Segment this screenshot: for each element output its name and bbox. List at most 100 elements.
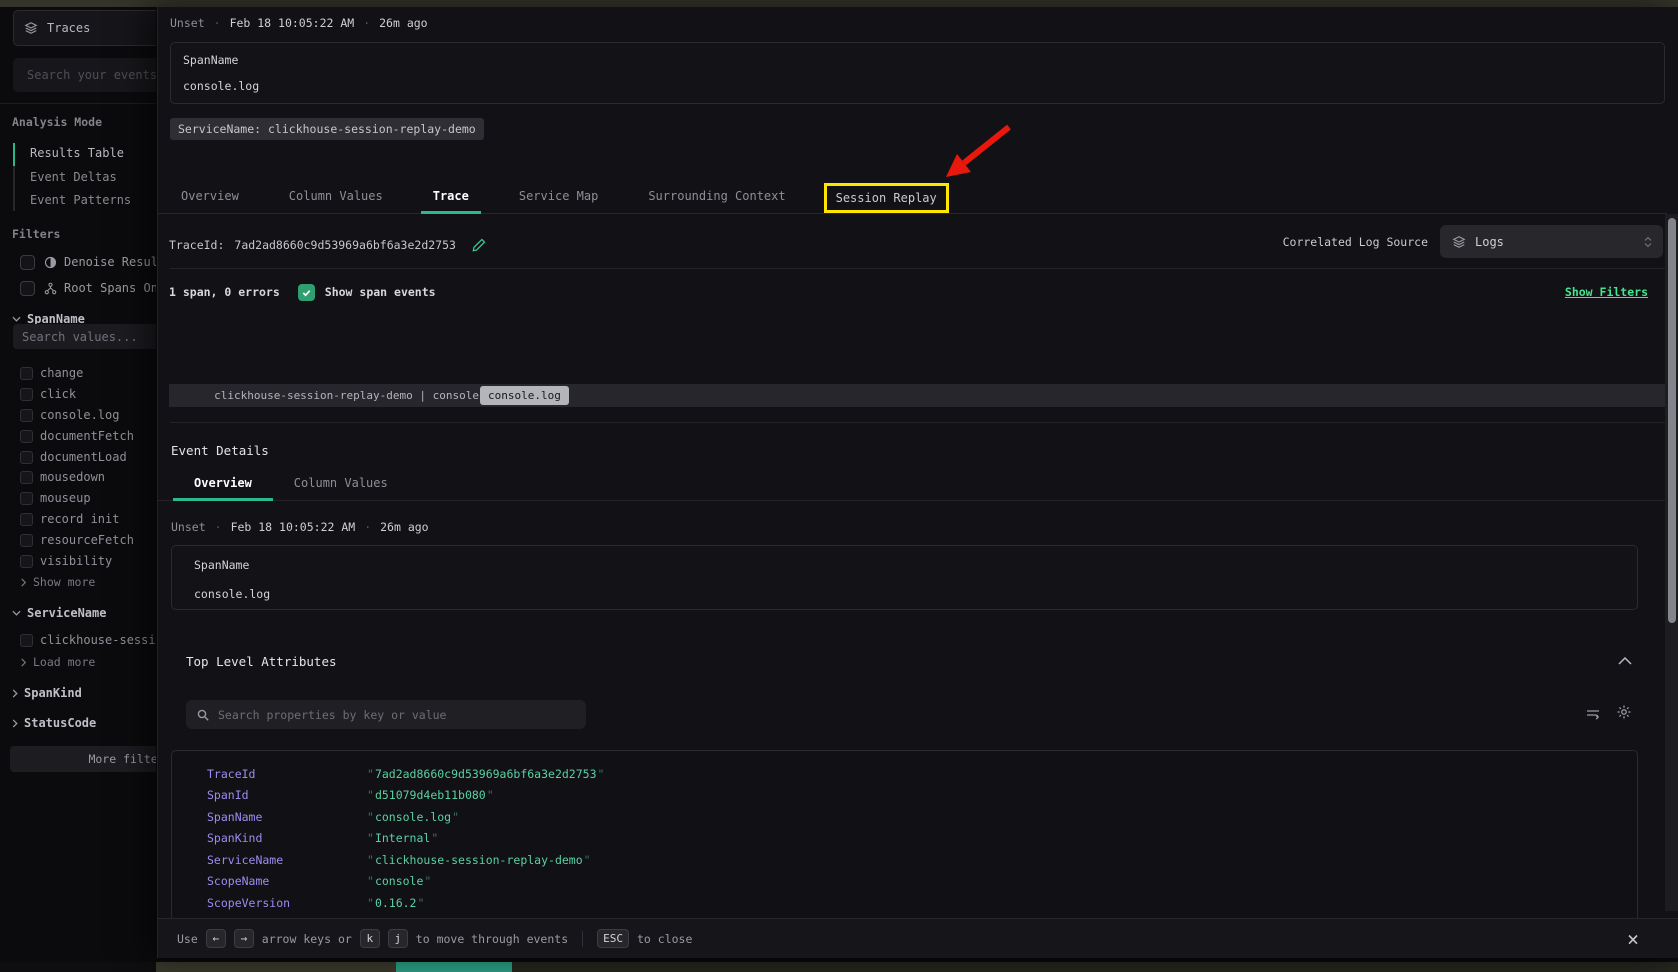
event-timestamp: Feb 18 10:05:22 AM [231,520,356,534]
properties-search-input[interactable] [186,700,586,729]
service-filter-chip[interactable]: ServiceName: clickhouse-session-replay-d… [170,118,484,140]
event-details-header: Unset · Feb 18 10:05:22 AM · 26m ago [171,519,429,535]
wrap-lines-icon[interactable] [1585,706,1601,722]
mode-event-patterns[interactable]: Event Patterns [30,193,131,207]
edit-pencil-icon[interactable] [472,238,486,252]
log-source-select[interactable]: Logs [1440,225,1663,258]
load-more-link[interactable]: Load more [20,655,95,669]
mode-results-table[interactable]: Results Table [30,146,124,160]
scrollbar-thumb[interactable] [1668,218,1676,623]
trace-id-label: TraceId: [169,238,224,252]
option-documentfetch[interactable]: documentFetch [0,428,156,444]
option-click[interactable]: click [0,386,156,402]
attribute-row[interactable]: ServiceName clickhouse-session-replay-de… [207,849,1637,871]
span-name-card-details: SpanName console.log [171,545,1638,610]
option-change[interactable]: change [0,365,156,381]
show-filters-link[interactable]: Show Filters [1565,285,1648,299]
show-span-events-checkbox[interactable] [298,284,315,301]
attribute-row[interactable]: SpanId d51079d4eb11b080 [207,785,1637,807]
sidebar-divider [0,103,156,104]
option-checkbox[interactable] [20,634,33,647]
search-icon [196,708,210,722]
chevron-right-icon [12,689,18,698]
option-checkbox[interactable] [20,451,33,464]
bottom-strip-olive [156,962,396,972]
chevron-right-icon [12,719,18,728]
option-mousedown[interactable]: mousedown [0,469,156,485]
tab-service-map[interactable]: Service Map [507,178,610,213]
mode-rail-active [13,143,15,166]
events-search-input[interactable] [13,58,156,92]
chevron-down-icon [12,316,21,322]
k-key: k [360,929,380,948]
subtab-overview[interactable]: Overview [173,465,273,500]
denoise-checkbox[interactable] [20,255,35,270]
span-count-summary: 1 span, 0 errors [169,285,280,299]
group-servicename[interactable]: ServiceName [12,605,106,621]
option-mouseup[interactable]: mouseup [0,490,156,506]
attributes-table: TraceId 7ad2ad8660c9d53969a6bf6a3e2d2753… [171,750,1638,932]
status-badge: Unset [171,520,206,534]
attribute-row[interactable]: ScopeName console [207,871,1637,893]
status-badge: Unset [170,16,205,30]
show-more-link[interactable]: Show more [20,575,95,589]
filters-title: Filters [12,227,60,241]
tab-trace[interactable]: Trace [421,178,481,213]
option-checkbox[interactable] [20,492,33,505]
attribute-row[interactable]: SpanKind Internal [207,828,1637,850]
attribute-row[interactable]: SpanName console.log [207,806,1637,828]
option-checkbox[interactable] [20,534,33,547]
tab-session-replay[interactable]: Session Replay [824,183,949,213]
option-checkbox[interactable] [20,513,33,526]
root-spans-toggle[interactable]: Root Spans Only [0,280,156,296]
divider [170,422,1665,423]
denoise-results-toggle[interactable]: Denoise Results [0,254,156,270]
top-level-attributes-title: Top Level Attributes [186,654,337,669]
chevron-right-icon [20,578,27,587]
group-statuscode[interactable]: StatusCode [12,715,96,731]
collapse-chevron-up-icon[interactable] [1618,657,1632,665]
analysis-mode-title: Analysis Mode [12,115,102,129]
option-checkbox[interactable] [20,367,33,380]
select-updown-icon [1643,235,1653,249]
option-record-init[interactable]: record init [0,511,156,527]
span-card-value: console.log [183,79,259,93]
event-header: Unset · Feb 18 10:05:22 AM · 26m ago [170,15,428,31]
option-checkbox[interactable] [20,555,33,568]
attribute-row[interactable]: TraceId 7ad2ad8660c9d53969a6bf6a3e2d2753 [207,763,1637,785]
sidebar: Traces Analysis Mode Results Table Event… [0,7,156,962]
chevron-down-icon [12,610,21,616]
event-relative-time: 26m ago [379,16,427,30]
span-card-label: SpanName [194,558,249,572]
option-checkbox[interactable] [20,409,33,422]
option-resourcefetch[interactable]: resourceFetch [0,532,156,548]
option-documentload[interactable]: documentLoad [0,449,156,465]
gear-icon[interactable] [1616,704,1632,720]
span-card-value: console.log [194,587,270,601]
option-console-log[interactable]: console.log [0,407,156,423]
waterfall-row[interactable]: clickhouse-session-replay-demo | console… [169,384,1665,407]
source-select-traces[interactable]: Traces [13,10,156,46]
option-visibility[interactable]: visibility [0,553,156,569]
denoise-icon [44,256,57,269]
close-icon[interactable]: × [1621,927,1645,951]
option-checkbox[interactable] [20,430,33,443]
drawer-tabs: Overview Column Values Trace Service Map… [158,178,1667,214]
option-checkbox[interactable] [20,471,33,484]
span-bar[interactable]: console.log [480,386,569,405]
spanname-values-search-input[interactable] [13,324,156,349]
tab-overview[interactable]: Overview [169,178,251,213]
group-spankind[interactable]: SpanKind [12,685,82,701]
tab-column-values[interactable]: Column Values [277,178,395,213]
attribute-row[interactable]: ScopeVersion 0.16.2 [207,892,1637,914]
mode-event-deltas[interactable]: Event Deltas [30,170,117,184]
option-checkbox[interactable] [20,388,33,401]
option-clickhouse-service[interactable]: clickhouse-session-replay-demo [0,632,156,648]
show-span-events-label: Show span events [325,285,436,299]
subtab-column-values[interactable]: Column Values [273,465,409,500]
more-filters-button[interactable]: More filters [10,746,156,772]
waterfall-row-label: clickhouse-session-replay-demo | console [209,384,479,407]
tab-surrounding-context[interactable]: Surrounding Context [636,178,797,213]
root-spans-checkbox[interactable] [20,281,35,296]
bottom-strip-right [512,962,1678,972]
